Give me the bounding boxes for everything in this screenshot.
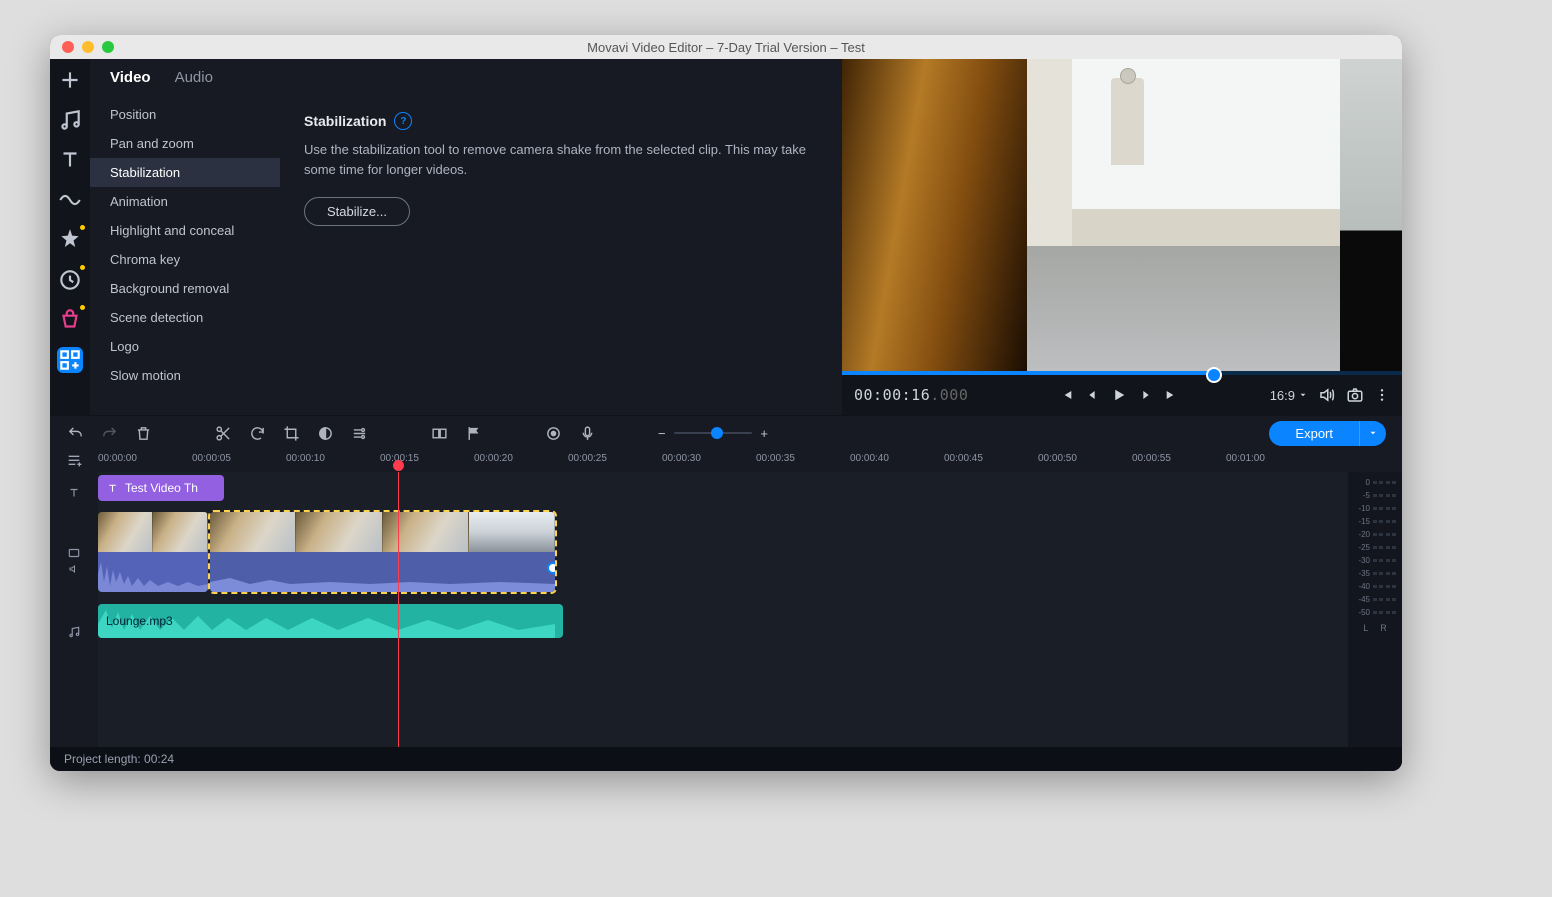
transition-wizard-icon[interactable] bbox=[430, 424, 448, 442]
play-icon[interactable] bbox=[1110, 386, 1128, 404]
timeline-playhead[interactable] bbox=[398, 472, 399, 747]
detail-heading: Stabilization bbox=[304, 113, 386, 129]
track-headers bbox=[50, 472, 98, 747]
delete-icon[interactable] bbox=[134, 424, 152, 442]
help-icon[interactable]: ? bbox=[394, 112, 412, 130]
sublist-item-chroma[interactable]: Chroma key bbox=[90, 245, 280, 274]
sublist-item-panzoom[interactable]: Pan and zoom bbox=[90, 129, 280, 158]
tab-audio[interactable]: Audio bbox=[175, 69, 213, 86]
tools-panel: Video Audio Position Pan and zoom Stabil… bbox=[90, 59, 842, 415]
zoom-in-icon[interactable]: + bbox=[760, 426, 768, 441]
audio-level-meter: 0-5-10-15-20-25-30-35-40-45-50LR bbox=[1348, 472, 1402, 747]
snapshot-icon[interactable] bbox=[1346, 386, 1364, 404]
zoom-out-icon[interactable]: − bbox=[658, 426, 666, 441]
undo-icon[interactable] bbox=[66, 424, 84, 442]
ruler-tick: 00:00:25 bbox=[568, 453, 607, 464]
timeline-ruler[interactable]: 00:00:0000:00:0500:00:1000:00:1500:00:20… bbox=[50, 450, 1402, 472]
video-track-header[interactable] bbox=[50, 514, 98, 606]
marker-icon[interactable] bbox=[464, 424, 482, 442]
sublist-item-logo[interactable]: Logo bbox=[90, 332, 280, 361]
stickers-icon[interactable] bbox=[57, 307, 83, 333]
preview-timecode: 00:00:16.000 bbox=[854, 386, 968, 404]
audio-library-icon[interactable] bbox=[57, 107, 83, 133]
sublist-item-highlight[interactable]: Highlight and conceal bbox=[90, 216, 280, 245]
redo-icon[interactable] bbox=[100, 424, 118, 442]
sublist-item-scene[interactable]: Scene detection bbox=[90, 303, 280, 332]
export-button[interactable]: Export bbox=[1269, 421, 1359, 446]
audio-clip[interactable]: Lounge.mp3 bbox=[98, 604, 563, 638]
transitions-icon[interactable] bbox=[57, 187, 83, 213]
app-window: Movavi Video Editor – 7-Day Trial Versio… bbox=[50, 35, 1402, 771]
timeline: 00:00:0000:00:0500:00:1000:00:1500:00:20… bbox=[50, 450, 1402, 747]
preview-pane: 00:00:16.000 16:9 bbox=[842, 59, 1402, 415]
timeline-toolbar: − + Export bbox=[50, 415, 1402, 450]
elements-icon[interactable] bbox=[57, 267, 83, 293]
sublist-item-bgrem[interactable]: Background removal bbox=[90, 274, 280, 303]
record-video-icon[interactable] bbox=[544, 424, 562, 442]
ruler-tick: 00:00:30 bbox=[662, 453, 701, 464]
rotate-icon[interactable] bbox=[248, 424, 266, 442]
ruler-tick: 00:00:40 bbox=[850, 453, 889, 464]
ruler-tick: 00:00:45 bbox=[944, 453, 983, 464]
video-clip-1[interactable] bbox=[98, 512, 208, 592]
add-track-icon[interactable] bbox=[66, 453, 82, 469]
detail-description: Use the stabilization tool to remove cam… bbox=[304, 140, 818, 179]
project-length-label: Project length: 00:24 bbox=[64, 752, 174, 766]
color-adjust-icon[interactable] bbox=[316, 424, 334, 442]
record-audio-icon[interactable] bbox=[578, 424, 596, 442]
title-track-header[interactable] bbox=[50, 472, 98, 514]
ruler-tick: 00:00:50 bbox=[1038, 453, 1077, 464]
window-titlebar: Movavi Video Editor – 7-Day Trial Versio… bbox=[50, 35, 1402, 59]
status-bar: Project length: 00:24 bbox=[50, 747, 1402, 771]
clip-properties-icon[interactable] bbox=[350, 424, 368, 442]
preview-progress-slider[interactable] bbox=[842, 371, 1402, 375]
sublist-item-position[interactable]: Position bbox=[90, 100, 280, 129]
tool-sublist: Position Pan and zoom Stabilization Anim… bbox=[90, 96, 280, 415]
add-media-icon[interactable] bbox=[57, 67, 83, 93]
ruler-tick: 00:00:20 bbox=[474, 453, 513, 464]
audio-track-header[interactable] bbox=[50, 606, 98, 658]
frame-back-icon[interactable] bbox=[1084, 387, 1100, 403]
tool-detail-pane: Stabilization ? Use the stabilization to… bbox=[280, 96, 842, 415]
tools-tab-row: Video Audio bbox=[90, 59, 842, 96]
ruler-tick: 00:01:00 bbox=[1226, 453, 1265, 464]
ruler-tick: 00:00:10 bbox=[286, 453, 325, 464]
ruler-tick: 00:00:35 bbox=[756, 453, 795, 464]
stabilize-button[interactable]: Stabilize... bbox=[304, 197, 410, 226]
ruler-tick: 00:00:00 bbox=[98, 453, 137, 464]
crop-icon[interactable] bbox=[282, 424, 300, 442]
title-clip-label: Test Video Th bbox=[125, 481, 198, 495]
skip-forward-icon[interactable] bbox=[1164, 387, 1180, 403]
sidebar-rail bbox=[50, 59, 90, 415]
titles-icon[interactable] bbox=[57, 147, 83, 173]
preview-more-icon[interactable] bbox=[1374, 387, 1390, 403]
effects-icon[interactable] bbox=[57, 227, 83, 253]
more-tools-icon[interactable] bbox=[57, 347, 83, 373]
sublist-item-animation[interactable]: Animation bbox=[90, 187, 280, 216]
mute-icon[interactable] bbox=[1318, 386, 1336, 404]
aspect-ratio-selector[interactable]: 16:9 bbox=[1270, 388, 1308, 403]
skip-back-icon[interactable] bbox=[1058, 387, 1074, 403]
sublist-item-slowmo[interactable]: Slow motion bbox=[90, 361, 280, 390]
tab-video[interactable]: Video bbox=[110, 69, 151, 86]
title-clip[interactable]: Test Video Th bbox=[98, 475, 224, 501]
video-clip-2-selected[interactable] bbox=[210, 512, 555, 592]
window-title: Movavi Video Editor – 7-Day Trial Versio… bbox=[50, 40, 1402, 55]
preview-video[interactable] bbox=[842, 59, 1402, 371]
sublist-item-stabilization[interactable]: Stabilization bbox=[90, 158, 280, 187]
track-body[interactable]: Test Video Th Lounge.mp3 bbox=[98, 472, 1348, 747]
ruler-tick: 00:00:05 bbox=[192, 453, 231, 464]
audio-clip-label: Lounge.mp3 bbox=[106, 614, 173, 628]
timeline-zoom-slider[interactable]: − + bbox=[658, 426, 768, 441]
frame-forward-icon[interactable] bbox=[1138, 387, 1154, 403]
preview-controls: 00:00:16.000 16:9 bbox=[842, 375, 1402, 415]
split-icon[interactable] bbox=[214, 424, 232, 442]
upper-pane: Video Audio Position Pan and zoom Stabil… bbox=[50, 59, 1402, 415]
export-dropdown[interactable] bbox=[1359, 421, 1386, 446]
ruler-tick: 00:00:55 bbox=[1132, 453, 1171, 464]
